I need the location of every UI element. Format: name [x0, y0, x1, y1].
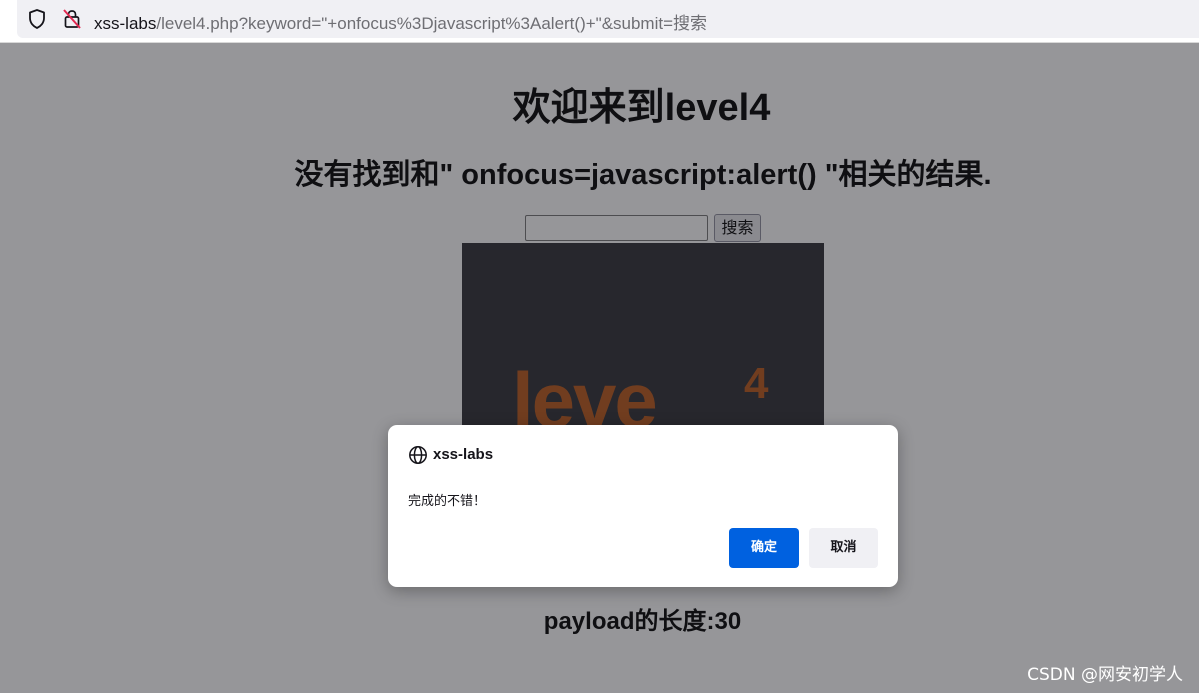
- url-text[interactable]: xss-labs/level4.php?keyword="+onfocus%3D…: [94, 9, 707, 34]
- modal-overlay: [0, 43, 1199, 693]
- dialog-origin: xss-labs: [433, 446, 494, 463]
- url-host: xss-labs: [94, 14, 157, 33]
- globe-icon: [409, 446, 427, 464]
- lock-insecure-icon[interactable]: [62, 8, 82, 30]
- dialog-message: 完成的不错！: [408, 494, 487, 509]
- cancel-button[interactable]: 取消: [809, 528, 878, 568]
- shield-icon[interactable]: [27, 8, 47, 30]
- watermark: CSDN @网安初学人: [1027, 665, 1183, 685]
- address-bar: xss-labs/level4.php?keyword="+onfocus%3D…: [0, 0, 1199, 43]
- url-path: /level4.php?keyword="+onfocus%3Djavascri…: [156, 14, 708, 33]
- alert-dialog: xss-labs 完成的不错！ 确定 取消: [388, 425, 898, 587]
- page-viewport: 欢迎来到level4 没有找到和" onfocus=javascript:ale…: [0, 43, 1199, 693]
- ok-button[interactable]: 确定: [729, 528, 799, 568]
